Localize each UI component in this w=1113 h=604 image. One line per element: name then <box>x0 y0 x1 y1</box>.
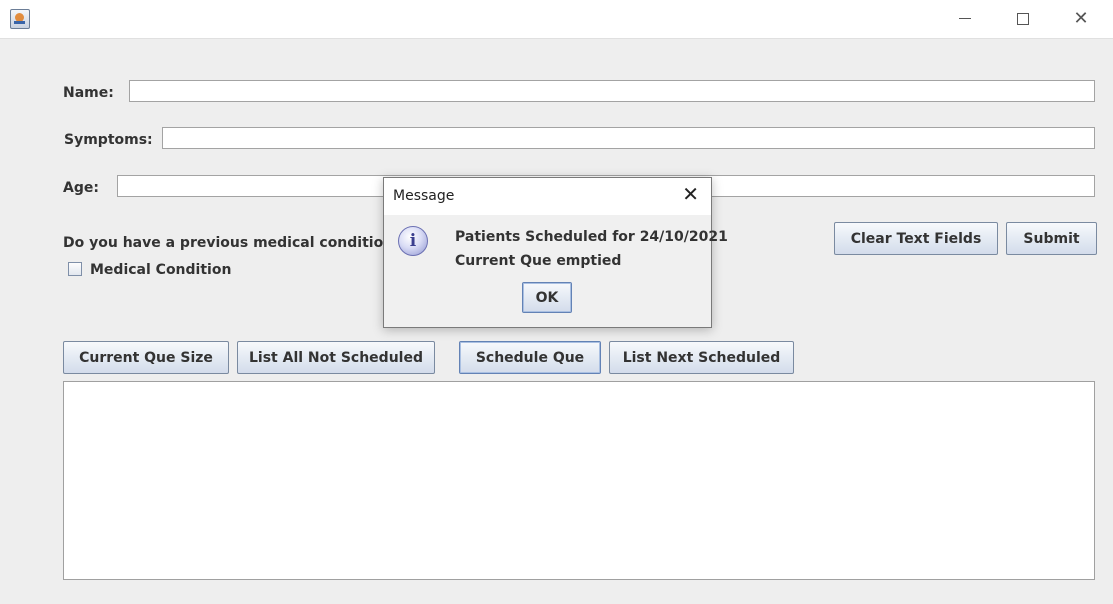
symptoms-input[interactable] <box>162 127 1095 149</box>
minimize-button[interactable] <box>936 0 994 37</box>
output-textarea[interactable] <box>63 381 1095 580</box>
list-all-not-scheduled-button[interactable]: List All Not Scheduled <box>237 341 435 374</box>
medical-condition-label[interactable]: Medical Condition <box>90 262 231 278</box>
dialog-close-icon[interactable]: ✕ <box>682 184 699 204</box>
info-icon: i <box>398 226 428 256</box>
close-window-button[interactable]: ✕ <box>1052 0 1110 37</box>
close-icon: ✕ <box>1073 7 1089 29</box>
message-dialog: Message ✕ i Patients Scheduled for 24/10… <box>383 177 728 328</box>
clear-text-fields-button[interactable]: Clear Text Fields <box>834 222 998 255</box>
name-input[interactable] <box>129 80 1095 102</box>
dialog-message-line-2: Current Que emptied <box>455 253 622 269</box>
list-next-scheduled-button[interactable]: List Next Scheduled <box>609 341 794 374</box>
name-label: Name: <box>63 85 114 101</box>
dialog-message-line-1: Patients Scheduled for 24/10/2021 <box>455 229 728 245</box>
submit-button[interactable]: Submit <box>1006 222 1097 255</box>
minimize-icon <box>959 18 971 19</box>
ok-button[interactable]: OK <box>522 282 572 313</box>
java-app-icon <box>10 9 30 29</box>
maximize-icon <box>1017 12 1029 25</box>
previous-condition-question: Do you have a previous medical condition… <box>63 235 402 251</box>
age-label: Age: <box>63 180 99 196</box>
maximize-button[interactable] <box>994 0 1052 37</box>
dialog-titlebar: Message ✕ <box>384 178 711 215</box>
medical-condition-checkbox[interactable] <box>68 262 82 276</box>
dialog-title: Message <box>393 188 455 204</box>
current-que-size-button[interactable]: Current Que Size <box>63 341 229 374</box>
symptoms-label: Symptoms: <box>64 132 153 148</box>
window-titlebar: ✕ <box>0 0 1113 39</box>
schedule-que-button[interactable]: Schedule Que <box>459 341 601 374</box>
